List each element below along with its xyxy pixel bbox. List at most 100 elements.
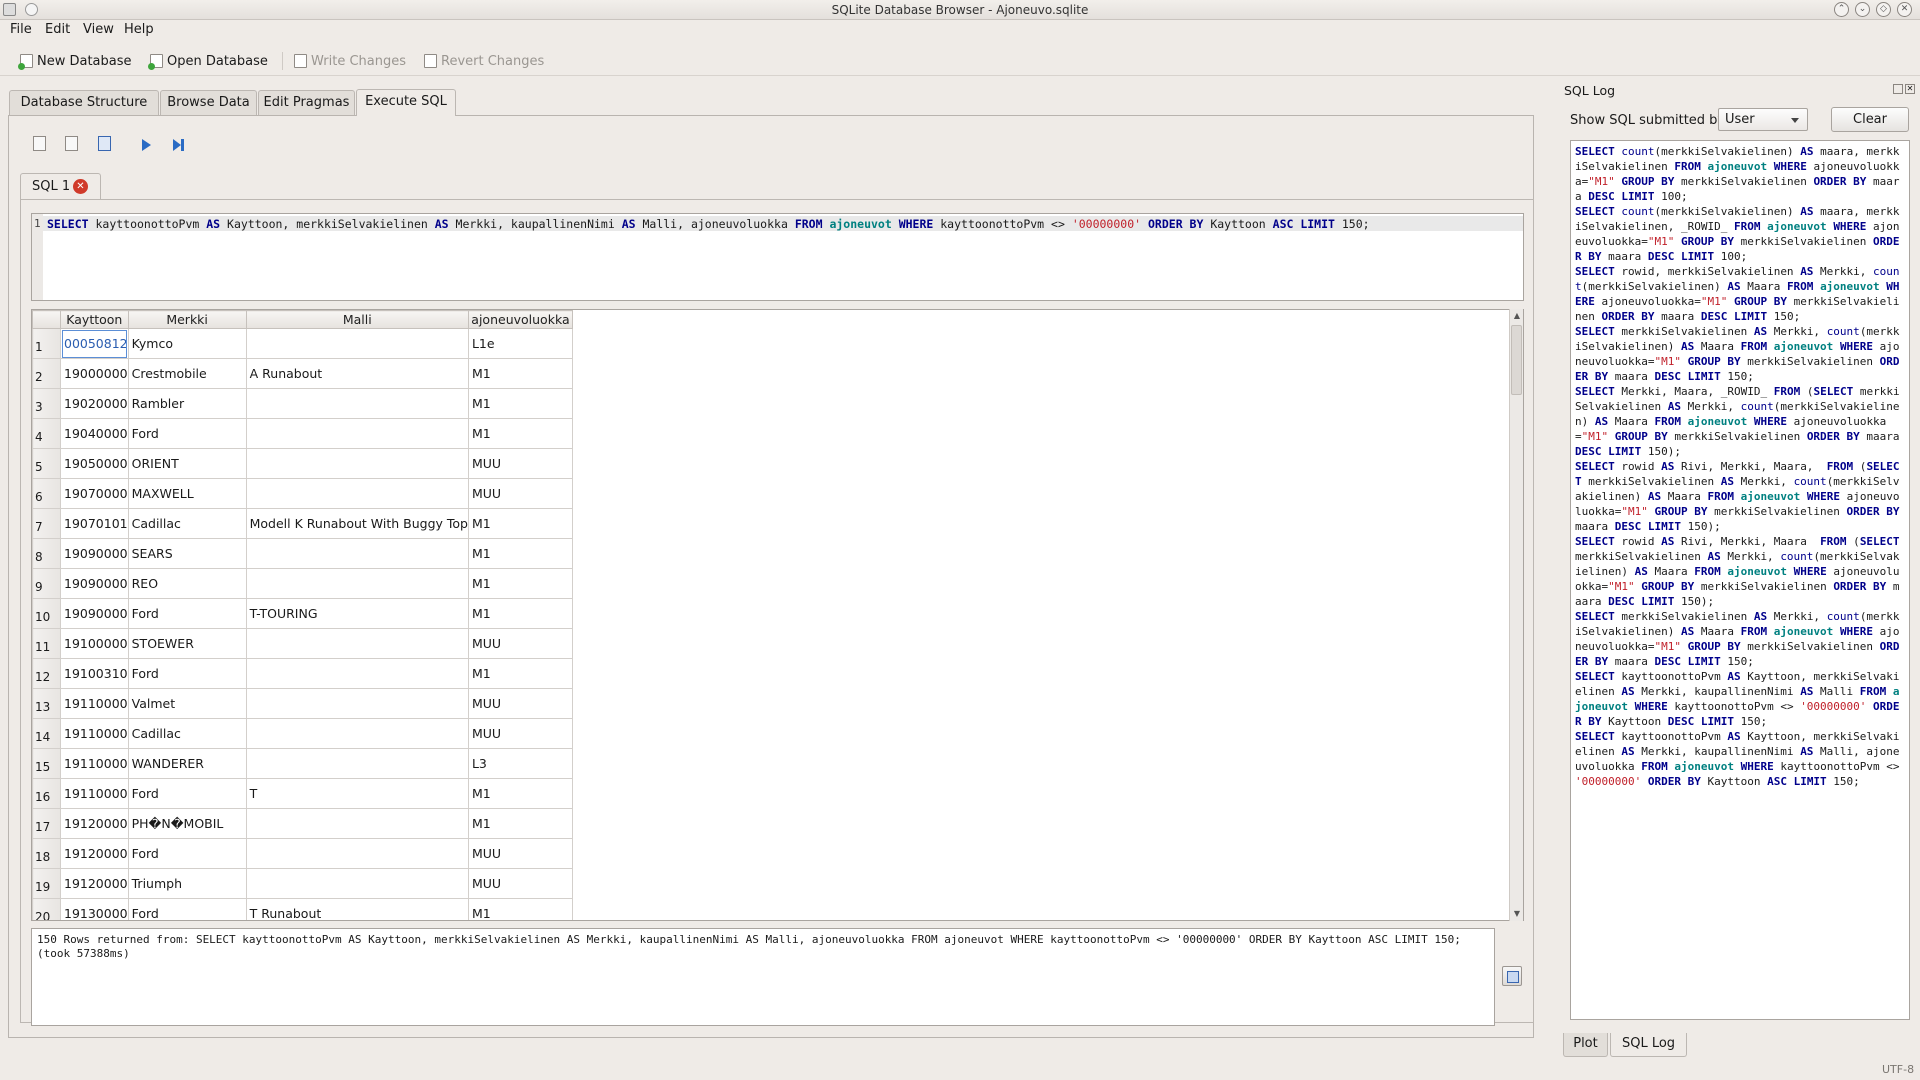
cell-ajoneuvoluokka[interactable]: M1 xyxy=(467,778,573,809)
row-number[interactable]: 19 xyxy=(32,868,61,899)
cell-merkki[interactable]: Rambler xyxy=(127,388,247,419)
table-row[interactable]: 16 19110000 Ford T M1 xyxy=(32,778,573,809)
column-header-ajoneuvoluokka[interactable]: ajoneuvoluokka xyxy=(467,310,573,329)
cell-ajoneuvoluokka[interactable]: M1 xyxy=(467,658,573,689)
submitted-by-select[interactable]: User xyxy=(1718,108,1808,131)
menu-help[interactable]: Help xyxy=(124,22,154,37)
shade-icon[interactable]: ⌃ xyxy=(1834,2,1849,17)
clear-log-button[interactable]: Clear xyxy=(1831,107,1909,132)
cell-merkki[interactable]: Cadillac xyxy=(127,508,247,539)
cell-kayttoon[interactable]: 19090000 xyxy=(60,538,129,569)
cell-malli[interactable] xyxy=(245,838,469,869)
table-row[interactable]: 2 19000000 Crestmobile A Runabout M1 xyxy=(32,358,573,389)
cell-merkki[interactable]: ORIENT xyxy=(127,448,247,479)
row-number[interactable]: 2 xyxy=(32,358,61,389)
cell-malli[interactable] xyxy=(245,748,469,779)
cell-kayttoon[interactable]: 19120000 xyxy=(60,808,129,839)
cell-merkki[interactable]: Triumph xyxy=(127,868,247,899)
table-row[interactable]: 7 19070101 Cadillac Modell K Runabout With … xyxy=(32,508,573,539)
cell-ajoneuvoluokka[interactable]: M1 xyxy=(467,598,573,629)
cell-ajoneuvoluokka[interactable]: MUU xyxy=(467,868,573,899)
scrollbar-thumb[interactable] xyxy=(1511,325,1522,395)
cell-merkki[interactable]: PH�N�MOBIL xyxy=(127,808,247,839)
cell-malli[interactable] xyxy=(245,448,469,479)
row-number[interactable]: 14 xyxy=(32,718,61,749)
cell-ajoneuvoluokka[interactable]: M1 xyxy=(467,898,573,920)
cell-malli[interactable] xyxy=(245,568,469,599)
cell-kayttoon[interactable]: 19000000 xyxy=(60,358,129,389)
row-number[interactable]: 4 xyxy=(32,418,61,449)
cell-merkki[interactable]: SEARS xyxy=(127,538,247,569)
row-number[interactable]: 20 xyxy=(32,898,61,920)
cell-malli[interactable] xyxy=(245,538,469,569)
cell-ajoneuvoluokka[interactable]: MUU xyxy=(467,838,573,869)
tab-execute-sql[interactable]: Execute SQL xyxy=(356,89,456,116)
cell-kayttoon[interactable]: 19110000 xyxy=(60,688,129,719)
table-row[interactable]: 20 19130000 Ford T Runabout M1 xyxy=(32,898,573,920)
sql-editor[interactable]: 1 SELECT kayttoonottoPvm AS Kayttoon, me… xyxy=(31,213,1524,301)
column-header-kayttoon[interactable]: Kayttoon xyxy=(60,310,129,329)
table-row[interactable]: 14 19110000 Cadillac MUU xyxy=(32,718,573,749)
table-row[interactable]: 13 19110000 Valmet MUU xyxy=(32,688,573,719)
cell-kayttoon[interactable]: 19020000 xyxy=(60,388,129,419)
write-changes-button[interactable]: Write Changes xyxy=(294,51,406,71)
tab-database-structure[interactable]: Database Structure xyxy=(9,90,159,115)
table-row[interactable]: 10 19090000 Ford T-TOURING M1 xyxy=(32,598,573,629)
execute-current-line-icon[interactable] xyxy=(173,139,185,151)
row-number[interactable]: 10 xyxy=(32,598,61,629)
cell-kayttoon[interactable]: 19090000 xyxy=(60,598,129,629)
cell-ajoneuvoluokka[interactable]: M1 xyxy=(467,418,573,449)
table-row[interactable]: 1 00050812 Kymco L1e xyxy=(32,328,573,359)
cell-malli[interactable] xyxy=(245,328,469,359)
tab-edit-pragmas[interactable]: Edit Pragmas xyxy=(258,90,355,115)
cell-malli[interactable]: A Runabout xyxy=(245,358,469,389)
cell-malli[interactable] xyxy=(245,868,469,899)
cell-kayttoon[interactable]: 00050812 xyxy=(60,328,129,359)
results-grid[interactable]: Kayttoon Merkki Malli ajoneuvoluokka 1 00… xyxy=(31,309,1524,921)
cell-malli[interactable] xyxy=(245,688,469,719)
row-number[interactable]: 16 xyxy=(32,778,61,809)
row-number[interactable]: 13 xyxy=(32,688,61,719)
cell-malli[interactable]: T-TOURING xyxy=(245,598,469,629)
float-dock-icon[interactable] xyxy=(1893,84,1903,94)
table-row[interactable]: 9 19090000 REO M1 xyxy=(32,568,573,599)
column-header-merkki[interactable]: Merkki xyxy=(127,310,247,329)
cell-ajoneuvoluokka[interactable]: MUU xyxy=(467,628,573,659)
cell-malli[interactable] xyxy=(245,808,469,839)
cell-ajoneuvoluokka[interactable]: L1e xyxy=(467,328,573,359)
open-sql-file-icon[interactable] xyxy=(65,136,78,151)
cell-merkki[interactable]: MAXWELL xyxy=(127,478,247,509)
cell-malli[interactable] xyxy=(245,658,469,689)
cell-kayttoon[interactable]: 19120000 xyxy=(60,838,129,869)
cell-merkki[interactable]: Kymco xyxy=(127,328,247,359)
cell-kayttoon[interactable]: 19100310 xyxy=(60,658,129,689)
open-tab-icon[interactable] xyxy=(33,136,46,151)
table-row[interactable]: 5 19050000 ORIENT MUU xyxy=(32,448,573,479)
cell-kayttoon[interactable]: 19110000 xyxy=(60,748,129,779)
row-number[interactable]: 3 xyxy=(32,388,61,419)
cell-ajoneuvoluokka[interactable]: MUU xyxy=(467,718,573,749)
cell-kayttoon[interactable]: 19130000 xyxy=(60,898,129,920)
cell-merkki[interactable]: REO xyxy=(127,568,247,599)
close-tab-icon[interactable]: ✕ xyxy=(73,179,88,194)
table-row[interactable]: 12 19100310 Ford M1 xyxy=(32,658,573,689)
row-number[interactable]: 9 xyxy=(32,568,61,599)
cell-ajoneuvoluokka[interactable]: L3 xyxy=(467,748,573,779)
cell-ajoneuvoluokka[interactable]: M1 xyxy=(467,538,573,569)
table-row[interactable]: 19 19120000 Triumph MUU xyxy=(32,868,573,899)
cell-malli[interactable]: T xyxy=(245,778,469,809)
save-results-button[interactable] xyxy=(1502,966,1522,986)
tab-sql-log[interactable]: SQL Log xyxy=(1610,1033,1687,1057)
save-sql-file-icon[interactable] xyxy=(98,136,111,151)
cell-ajoneuvoluokka[interactable]: M1 xyxy=(467,508,573,539)
tab-plot[interactable]: Plot xyxy=(1563,1033,1608,1057)
cell-ajoneuvoluokka[interactable]: M1 xyxy=(467,568,573,599)
cell-merkki[interactable]: STOEWER xyxy=(127,628,247,659)
row-number[interactable]: 8 xyxy=(32,538,61,569)
row-number[interactable]: 15 xyxy=(32,748,61,779)
table-row[interactable]: 11 19100000 STOEWER MUU xyxy=(32,628,573,659)
cell-merkki[interactable]: Cadillac xyxy=(127,718,247,749)
new-database-button[interactable]: New Database xyxy=(18,51,132,71)
grid-vertical-scrollbar[interactable]: ▲ ▼ xyxy=(1509,309,1523,921)
scroll-up-icon[interactable]: ▲ xyxy=(1510,309,1524,323)
